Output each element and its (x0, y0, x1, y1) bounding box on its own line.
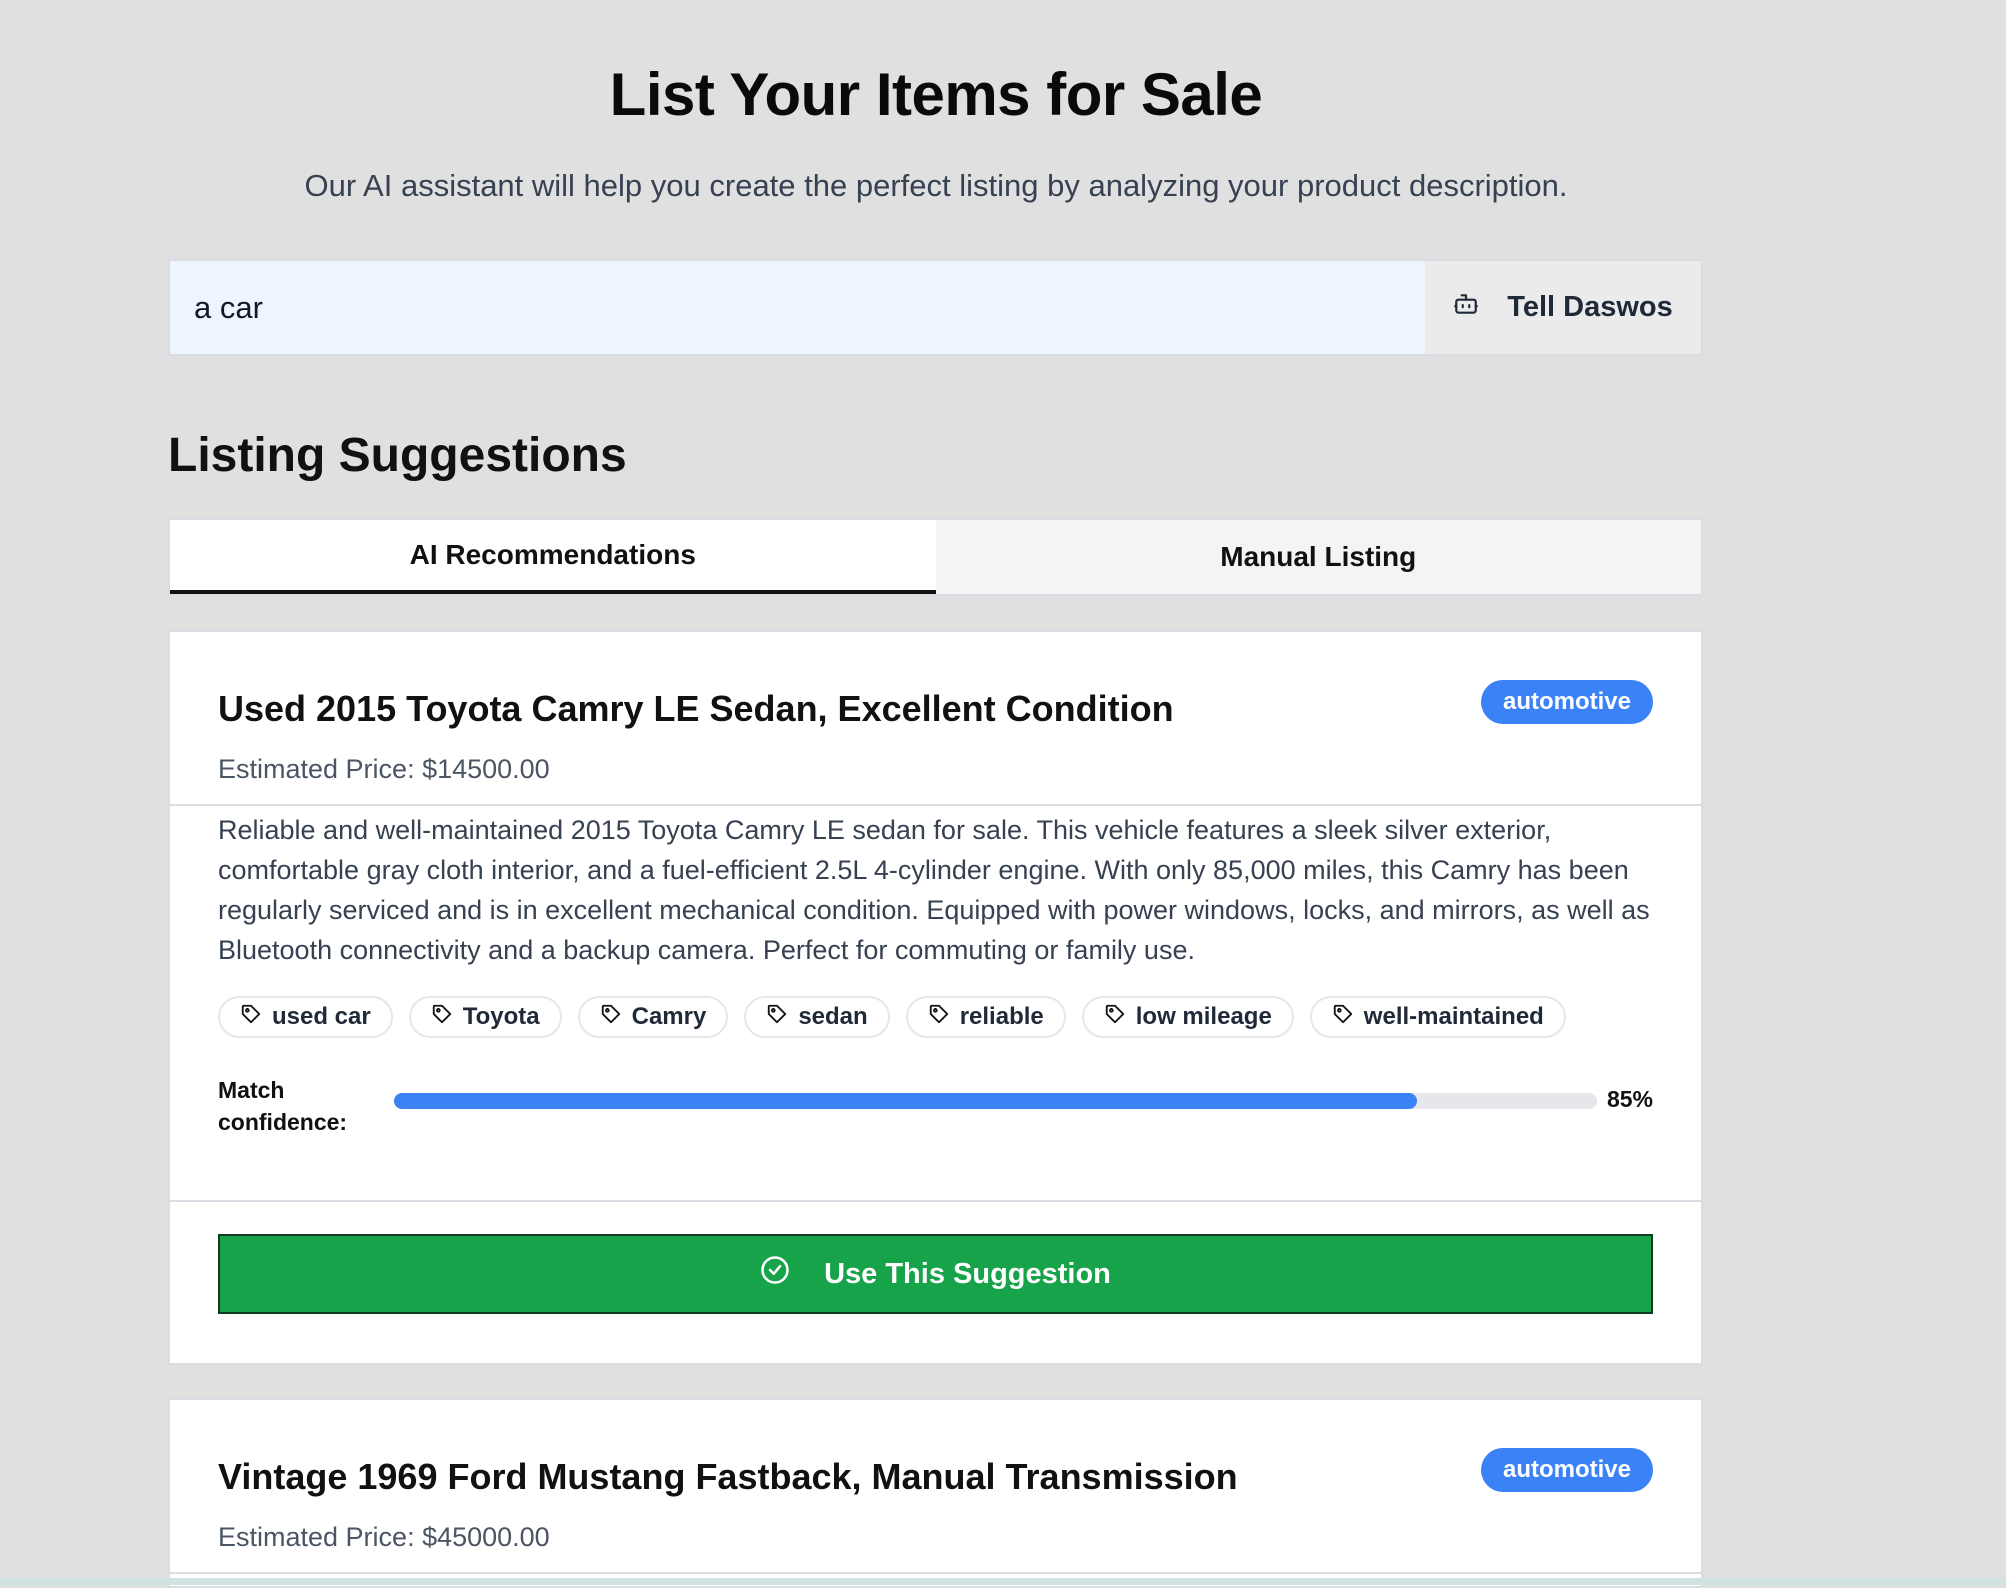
prompt-bar: Tell Daswos (168, 259, 1703, 356)
window-bottom-edge (0, 1578, 2006, 1585)
tag-chip: low mileage (1081, 996, 1294, 1038)
tag-chip: used car (218, 996, 393, 1038)
card-header: Used 2015 Toyota Camry LE Sedan, Excelle… (170, 632, 1701, 806)
listing-price: Estimated Price: $45000.00 (218, 1522, 550, 1552)
use-suggestion-label: Use This Suggestion (824, 1257, 1111, 1290)
listing-title: Vintage 1969 Ford Mustang Fastback, Manu… (218, 1456, 1238, 1497)
card-footer: Use This Suggestion (170, 1200, 1701, 1362)
robot-icon (1453, 291, 1479, 325)
page-title: List Your Items for Sale (609, 61, 1263, 128)
tag-label: sedan (798, 1003, 868, 1030)
tag-label: Camry (631, 1003, 707, 1030)
check-circle-icon (760, 1255, 790, 1293)
tag-label: well-maintained (1363, 1003, 1544, 1030)
tab-bar: AI Recommendations Manual Listing (168, 518, 1703, 596)
listing-description: Reliable and well-maintained 2015 Toyota… (218, 815, 1650, 965)
listing-price: Estimated Price: $14500.00 (218, 754, 550, 784)
confidence-value: 85% (1606, 1086, 1653, 1112)
tag-icon (766, 1003, 788, 1032)
product-description-input[interactable] (170, 261, 1425, 354)
card-header: Vintage 1969 Ford Mustang Fastback, Manu… (170, 1400, 1701, 1574)
tag-icon (928, 1003, 950, 1032)
tag-label: used car (272, 1003, 371, 1030)
tag-label: Toyota (462, 1003, 540, 1030)
tab-ai-recommendations[interactable]: AI Recommendations (170, 520, 936, 594)
confidence-bar-fill (394, 1093, 1417, 1109)
confidence-label: Match confidence: (218, 1077, 348, 1135)
use-suggestion-button[interactable]: Use This Suggestion (218, 1234, 1653, 1314)
tag-icon (1104, 1003, 1126, 1032)
page-subtitle: Our AI assistant will help you create th… (304, 168, 1568, 203)
tab-manual-listing[interactable]: Manual Listing (936, 520, 1702, 594)
tag-icon (240, 1003, 262, 1032)
match-confidence: Match confidence: 85% (218, 1074, 1653, 1144)
tag-chip: reliable (905, 996, 1066, 1038)
tag-chip: well-maintained (1309, 996, 1566, 1038)
confidence-bar-track (394, 1093, 1597, 1109)
listing-title: Used 2015 Toyota Camry LE Sedan, Excelle… (218, 688, 1174, 729)
tag-icon (1332, 1003, 1354, 1032)
tell-daswos-button[interactable]: Tell Daswos (1425, 261, 1701, 354)
tag-icon (431, 1003, 453, 1032)
tag-icon (600, 1003, 622, 1032)
tell-daswos-label: Tell Daswos (1507, 291, 1673, 323)
listing-card: Vintage 1969 Ford Mustang Fastback, Manu… (168, 1398, 1703, 1588)
category-badge: automotive (1480, 680, 1653, 724)
tag-chip: sedan (744, 996, 890, 1038)
listing-card: Used 2015 Toyota Camry LE Sedan, Excelle… (168, 630, 1703, 1365)
tag-label: reliable (959, 1003, 1044, 1030)
tag-chip: Camry (577, 996, 729, 1038)
section-title: Listing Suggestions (168, 429, 627, 482)
tag-label: low mileage (1135, 1003, 1272, 1030)
tag-chip: Toyota (408, 996, 562, 1038)
tag-list: used car Toyota Camry sedan reliable low… (218, 996, 1566, 1038)
category-badge: automotive (1480, 1448, 1653, 1492)
